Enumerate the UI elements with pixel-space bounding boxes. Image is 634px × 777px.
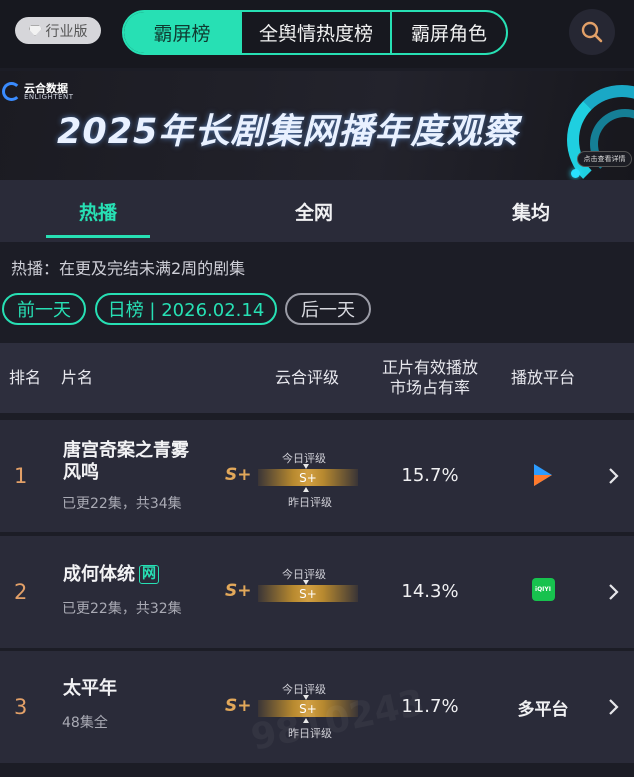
network-drama-badge: 网 xyxy=(139,565,159,584)
chevron-right-icon[interactable] xyxy=(607,583,619,601)
row-title-line1: 太平年 xyxy=(63,678,117,699)
prev-day-button[interactable]: 前一天 xyxy=(2,293,86,325)
rating-band: S+ xyxy=(258,700,358,717)
tab-hot-label: 热播 xyxy=(78,201,117,224)
row-episodes: 已更22集，共34集 xyxy=(62,496,182,512)
ranking-tabs: 霸屏榜 全舆情热度榜 霸屏角色 xyxy=(122,10,508,55)
iqiyi-icon: iQIYI xyxy=(531,578,555,601)
row-share: 15.7% xyxy=(401,465,459,486)
rating-gauge: 今日评级 S+ 昨日评级 xyxy=(258,681,358,741)
search-button[interactable] xyxy=(569,9,615,55)
header-share-line2: 市场占有率 xyxy=(389,378,470,397)
chevron-right-icon[interactable] xyxy=(607,698,619,716)
row-grade: S+ xyxy=(225,696,252,716)
enlightent-logo: 云合数据 ENLIGHTENT xyxy=(2,82,74,101)
table-header: 排名 片名 云合评级 正片有效播放 市场占有率 播放平台 xyxy=(0,343,634,413)
glow-dot-icon xyxy=(571,169,580,178)
annual-report-banner[interactable]: 云合数据 ENLIGHTENT 2025年长剧集网播年度观察 点击查看详情 xyxy=(0,71,634,180)
row-episodes: 48集全 xyxy=(62,715,108,731)
youku-icon xyxy=(534,464,552,486)
table-row[interactable]: 3 太平年 48集全 S+ 今日评级 S+ 昨日评级 11.7% 多平台 xyxy=(0,651,634,763)
search-icon xyxy=(581,21,603,43)
row-title-line2: 风鸣 xyxy=(63,462,99,483)
rating-gauge: 今日评级 S+ 昨日评级 xyxy=(258,450,358,510)
row-share: 14.3% xyxy=(401,581,459,602)
ranking-description: 热播：在更及完结未满2周的剧集 xyxy=(11,259,246,278)
yesterday-marker-icon xyxy=(303,487,309,492)
yesterday-rating-label: 昨日评级 xyxy=(288,496,332,509)
tab-all-network[interactable]: 全网 xyxy=(262,180,366,242)
banner-title: 2025年长剧集网播年度观察 xyxy=(57,112,519,152)
logo-cn: 云合数据 xyxy=(24,81,68,95)
rating-band: S+ xyxy=(258,469,358,486)
chevron-right-icon[interactable] xyxy=(607,467,619,485)
header-platform: 播放平台 xyxy=(510,368,575,387)
tab-screen-ranking[interactable]: 霸屏榜 xyxy=(124,12,240,53)
row-platform: 多平台 xyxy=(517,700,569,720)
table-row[interactable]: 1 唐宫奇案之青雾 风鸣 已更22集，共34集 S+ 今日评级 S+ 昨日评级 … xyxy=(0,420,634,532)
tab-all-network-label: 全网 xyxy=(294,201,333,224)
tab-episode-average-label: 集均 xyxy=(511,201,550,224)
date-picker-button[interactable]: 日榜 | 2026.02.14 xyxy=(95,293,277,325)
header-rating: 云合评级 xyxy=(274,368,339,387)
logo-en: ENLIGHTENT xyxy=(24,92,74,101)
tab-hot[interactable]: 热播 xyxy=(46,180,150,242)
row-rank: 3 xyxy=(14,695,28,719)
header-rank: 排名 xyxy=(8,368,41,387)
rating-band: S+ xyxy=(258,585,358,602)
header-share-line1: 正片有效播放 xyxy=(381,358,478,377)
row-rank: 1 xyxy=(14,464,28,488)
row-title-line1: 唐宫奇案之青雾 xyxy=(63,440,189,461)
row-episodes: 已更22集，共32集 xyxy=(62,601,182,617)
row-platform xyxy=(511,462,575,488)
diamond-icon xyxy=(28,25,42,36)
row-rank: 2 xyxy=(14,580,28,604)
row-platform: iQIYI xyxy=(511,578,575,601)
row-share: 11.7% xyxy=(401,696,459,717)
active-tab-indicator xyxy=(46,235,150,238)
industry-version-label: 行业版 xyxy=(45,23,88,40)
header-share: 正片有效播放 市场占有率 xyxy=(378,358,482,398)
tab-sentiment-heat[interactable]: 全舆情热度榜 xyxy=(240,12,390,53)
rating-gauge: 今日评级 S+ xyxy=(258,566,358,626)
header-title: 片名 xyxy=(61,368,94,387)
row-title-line1: 成何体统 xyxy=(63,564,135,585)
yesterday-rating-label: 昨日评级 xyxy=(288,727,332,740)
industry-version-button[interactable]: 行业版 xyxy=(15,17,101,44)
row-grade: S+ xyxy=(225,465,252,485)
top-bar: 行业版 霸屏榜 全舆情热度榜 霸屏角色 xyxy=(0,0,634,68)
date-navigator: 前一天 日榜 | 2026.02.14 后一天 xyxy=(0,290,634,328)
row-title: 成何体统网 xyxy=(63,564,159,586)
banner-detail-button[interactable]: 点击查看详情 xyxy=(577,151,632,167)
tab-episode-average[interactable]: 集均 xyxy=(479,180,583,242)
iqiyi-icon-text: iQIYI xyxy=(535,586,551,593)
logo-mark-icon xyxy=(2,82,21,101)
table-row[interactable]: 2 成何体统网 已更22集，共32集 S+ 今日评级 S+ 14.3% iQIY… xyxy=(0,536,634,648)
tab-screen-characters[interactable]: 霸屏角色 xyxy=(390,12,506,53)
row-grade: S+ xyxy=(225,581,252,601)
yesterday-marker-icon xyxy=(303,718,309,723)
next-day-button[interactable]: 后一天 xyxy=(285,293,371,325)
row-title: 唐宫奇案之青雾 风鸣 xyxy=(63,440,189,484)
category-tabs: 热播 全网 集均 xyxy=(0,180,634,242)
row-title: 太平年 xyxy=(63,678,117,700)
